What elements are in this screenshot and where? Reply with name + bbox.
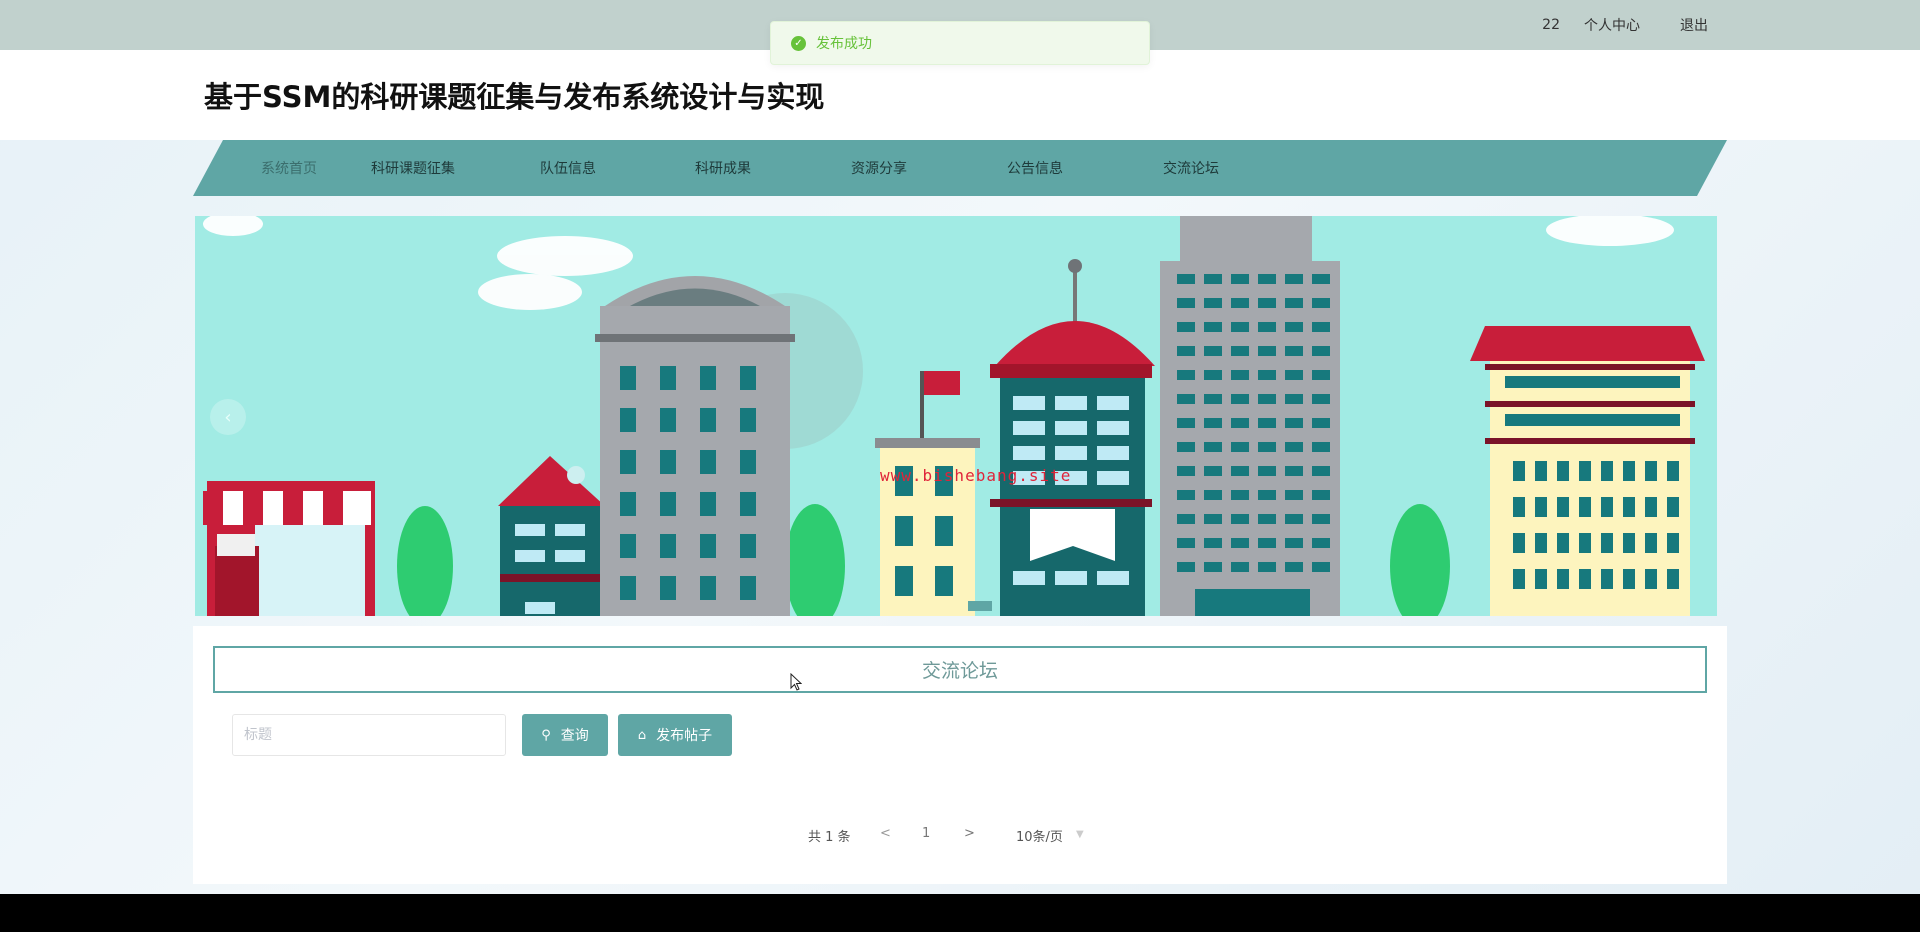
site-title: 基于SSM的科研课题征集与发布系统设计与实现 [204,80,825,114]
user-links: 22 个人中心 退出 [1542,0,1708,50]
nav-item-resources[interactable]: 资源分享 [829,140,929,196]
section-title: 交流论坛 [213,646,1707,693]
nav-item-topics[interactable]: 科研课题征集 [363,140,463,196]
nav-item-home[interactable]: 系统首页 [243,140,335,196]
nav-item-teams[interactable]: 队伍信息 [518,140,618,196]
profile-link[interactable]: 个人中心 [1584,15,1640,35]
watermark-text: www.bishebang.site [880,466,1072,485]
pagination-prev-button[interactable]: < [880,826,891,841]
publish-post-button[interactable]: ⌂ 发布帖子 [618,714,732,756]
search-icon: ⚲ [541,727,551,743]
search-button[interactable]: ⚲ 查询 [522,714,608,756]
success-toast: ✓ 发布成功 [770,21,1150,65]
home-icon: ⌂ [637,727,647,743]
city-illustration [203,216,1705,616]
mouse-cursor-icon [790,673,802,691]
pagination-next-button[interactable]: > [964,826,975,841]
forum-panel: 交流论坛 ⚲ 查询 ⌂ 发布帖子 共 1 条 < 1 > 10条/页 ▼ [193,626,1727,884]
page-size-select[interactable]: 10条/页 [1016,826,1063,845]
screen-bottom-bar [0,894,1920,932]
nav-item-notices[interactable]: 公告信息 [985,140,1085,196]
toast-message: 发布成功 [816,36,872,52]
pagination-total: 共 1 条 [808,830,851,845]
main-nav: 系统首页 科研课题征集 队伍信息 科研成果 资源分享 公告信息 交流论坛 [193,140,1727,196]
carousel-indicator[interactable] [968,601,992,611]
nav-item-forum[interactable]: 交流论坛 [1141,140,1241,196]
title-search-input[interactable] [232,714,506,756]
chevron-down-icon[interactable]: ▼ [1076,829,1084,840]
check-circle-icon: ✓ [791,35,806,51]
search-button-label: 查询 [560,728,589,744]
publish-button-label: 发布帖子 [656,728,713,744]
pagination-page-1[interactable]: 1 [922,826,930,841]
username: 22 [1542,17,1560,33]
chevron-left-icon[interactable]: ‹ [210,399,246,435]
pagination: 共 1 条 < 1 > 10条/页 ▼ [193,826,1727,846]
nav-item-achievements[interactable]: 科研成果 [673,140,773,196]
banner-carousel[interactable]: www.bishebang.site ‹ [195,216,1717,616]
logout-link[interactable]: 退出 [1680,15,1708,35]
